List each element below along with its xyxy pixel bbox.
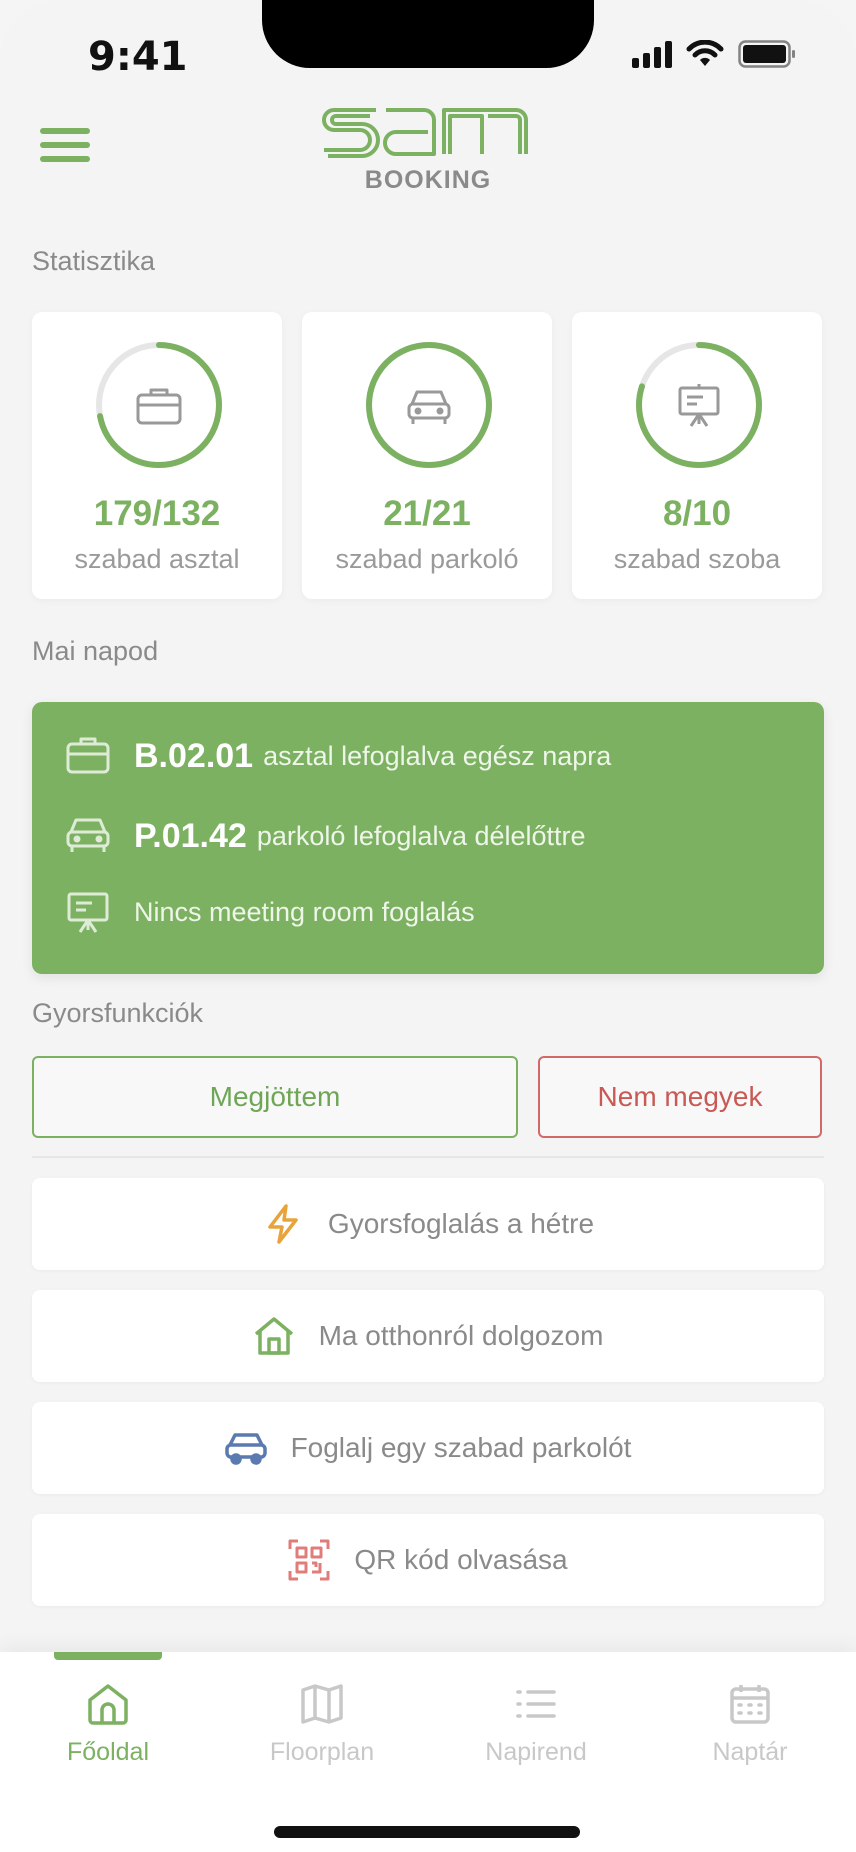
stat-label: szabad parkoló xyxy=(335,544,519,574)
tab-active-indicator xyxy=(54,1652,162,1660)
action-label: Gyorsfoglalás a hétre xyxy=(327,1208,595,1239)
stat-label: szabad asztal xyxy=(74,544,240,574)
parking-progress-ring xyxy=(366,342,492,468)
menu-button[interactable] xyxy=(40,128,90,168)
stat-label: szabad szoba xyxy=(613,544,781,574)
status-time: 9:41 xyxy=(88,34,188,80)
stats-title: Statisztika xyxy=(32,246,156,276)
stat-card-parking[interactable]: 21/21 szabad parkoló xyxy=(302,312,552,599)
briefcase-icon xyxy=(136,388,182,425)
stat-value: 8/10 xyxy=(662,494,732,533)
app-screen: 9:41 BOOKING Statisztika 179/132 szabad … xyxy=(0,0,856,1852)
desk-booking-text: asztal lefoglalva egész napra xyxy=(263,740,612,771)
logo: BOOKING xyxy=(320,104,536,194)
tab-calendar[interactable]: Naptár xyxy=(660,1682,840,1782)
book-parking-button[interactable]: Foglalj egy szabad parkolót xyxy=(32,1402,824,1494)
signal-icon xyxy=(632,40,672,68)
briefcase-icon xyxy=(66,737,110,774)
car-icon xyxy=(224,1433,267,1465)
tab-bar: Főoldal Floorplan Napirend Naptár xyxy=(0,1652,856,1852)
action-label: Foglalj egy szabad parkolót xyxy=(290,1432,632,1463)
quick-book-week-button[interactable]: Gyorsfoglalás a hétre xyxy=(32,1178,824,1270)
today-row-room: Nincs meeting room foglalás xyxy=(66,890,475,934)
stat-value: 179/132 xyxy=(93,494,221,533)
room-progress-ring xyxy=(636,342,762,468)
quick-title: Gyorsfunkciók xyxy=(32,998,204,1028)
qr-code-icon xyxy=(288,1539,330,1581)
car-icon xyxy=(66,818,110,852)
stat-value: 21/21 xyxy=(383,494,471,533)
today-row-desk: B.02.01 asztal lefoglalva egész napra xyxy=(66,734,611,778)
today-row-parking: P.01.42 parkoló lefoglalva délelőttre xyxy=(66,814,586,858)
device-notch xyxy=(262,0,594,68)
divider xyxy=(32,1156,824,1158)
calendar-icon xyxy=(730,1685,770,1724)
today-title: Mai napod xyxy=(32,636,159,666)
status-icons xyxy=(632,40,796,68)
logo-subtitle: BOOKING xyxy=(364,166,492,194)
wifi-icon xyxy=(686,40,724,66)
arrived-button[interactable]: Megjöttem xyxy=(32,1056,518,1138)
qr-scan-button[interactable]: QR kód olvasása xyxy=(32,1514,824,1606)
status-bar: 9:41 xyxy=(0,0,856,110)
action-label: QR kód olvasása xyxy=(354,1544,568,1575)
work-from-home-button[interactable]: Ma otthonról dolgozom xyxy=(32,1290,824,1382)
presentation-icon xyxy=(67,892,109,933)
tab-label: Napirend xyxy=(485,1738,587,1766)
house-icon xyxy=(254,1317,293,1355)
battery-icon xyxy=(738,40,795,68)
parking-code: P.01.42 xyxy=(134,816,247,855)
room-booking-text: Nincs meeting room foglalás xyxy=(134,896,475,927)
desk-code: B.02.01 xyxy=(134,736,254,775)
stat-card-rooms[interactable]: 8/10 szabad szoba xyxy=(572,312,822,599)
list-icon xyxy=(516,1690,556,1718)
sam-logo xyxy=(322,108,528,158)
tab-floorplan[interactable]: Floorplan xyxy=(232,1682,412,1782)
not-going-button[interactable]: Nem megyek xyxy=(538,1056,822,1138)
map-icon xyxy=(301,1684,343,1724)
car-icon xyxy=(407,390,451,424)
presentation-icon xyxy=(678,384,720,427)
tab-agenda[interactable]: Napirend xyxy=(446,1682,626,1782)
tab-label: Főoldal xyxy=(67,1738,149,1766)
desk-progress-ring xyxy=(96,342,222,468)
action-label: Ma otthonról dolgozom xyxy=(318,1320,604,1351)
parking-booking-text: parkoló lefoglalva délelőttre xyxy=(256,820,586,851)
home-icon xyxy=(88,1684,128,1725)
today-card[interactable]: B.02.01 asztal lefoglalva egész napra P.… xyxy=(32,702,824,974)
lightning-icon xyxy=(268,1204,298,1244)
tab-home[interactable]: Főoldal xyxy=(18,1682,198,1782)
stat-card-desks[interactable]: 179/132 szabad asztal xyxy=(32,312,282,599)
home-indicator xyxy=(274,1826,580,1838)
tab-label: Floorplan xyxy=(269,1738,375,1766)
tab-label: Naptár xyxy=(712,1738,788,1766)
